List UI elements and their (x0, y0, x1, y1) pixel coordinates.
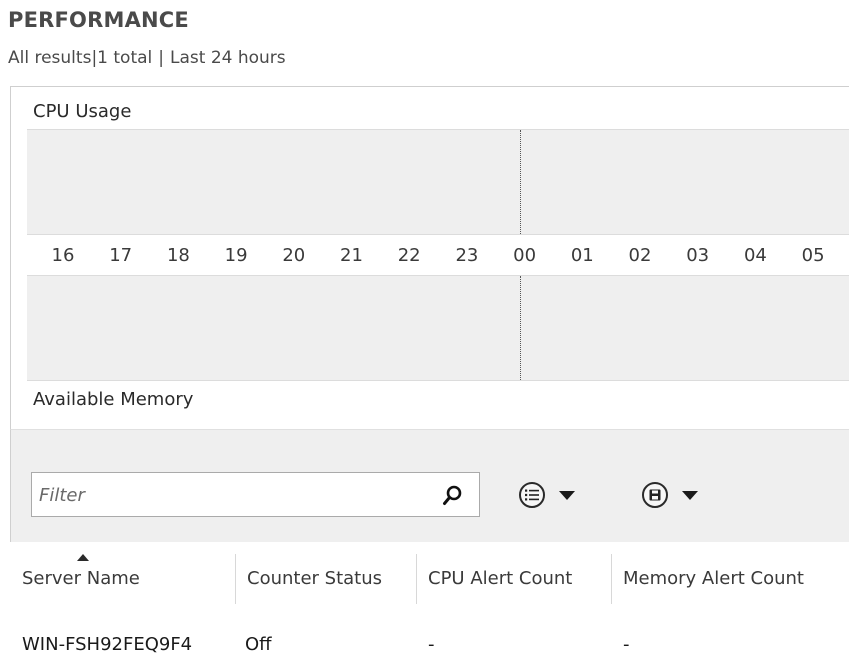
cell-server-name: WIN-FSH92FEQ9F4 (22, 634, 193, 655)
time-axis-tick: 04 (743, 245, 767, 266)
time-axis-tick: 22 (397, 245, 421, 266)
time-axis-tick: 17 (109, 245, 133, 266)
save-options-button[interactable] (642, 480, 698, 510)
column-divider[interactable] (235, 554, 236, 604)
current-time-marker (520, 276, 521, 380)
column-divider[interactable] (611, 554, 612, 604)
time-axis: 16 17 18 19 20 21 22 23 00 01 02 03 04 05 (27, 245, 849, 271)
filter-box (31, 472, 480, 518)
column-header-cpu-alert-count[interactable]: CPU Alert Count (428, 568, 572, 589)
time-axis-tick: 19 (224, 245, 248, 266)
page-title: PERFORMANCE (8, 8, 189, 32)
current-time-marker (520, 130, 521, 234)
results-summary: All results|1 total | Last 24 hours (8, 48, 286, 68)
chevron-down-icon (682, 490, 698, 500)
cell-memory-alert-count: - (623, 634, 630, 655)
search-icon[interactable] (441, 483, 465, 507)
memory-chart-label: Available Memory (33, 389, 194, 410)
chevron-down-icon (559, 490, 575, 500)
column-divider[interactable] (416, 554, 417, 604)
save-icon (642, 482, 668, 508)
cpu-chart-label: CPU Usage (33, 101, 132, 122)
column-header-counter-status[interactable]: Counter Status (247, 568, 382, 589)
sort-ascending-icon (77, 554, 89, 561)
results-count: 1 total (97, 48, 153, 68)
cell-cpu-alert-count: - (428, 634, 435, 655)
column-header-server-name[interactable]: Server Name (22, 568, 140, 589)
summary-separator: | (158, 48, 164, 68)
time-axis-tick: 01 (570, 245, 594, 266)
time-axis-tick: 16 (51, 245, 75, 266)
table-header: Server Name Counter Status CPU Alert Cou… (10, 554, 849, 604)
filter-toolbar (10, 429, 849, 542)
list-options-icon (519, 482, 545, 508)
table-row[interactable]: WIN-FSH92FEQ9F4 Off - - (10, 634, 849, 664)
filter-input[interactable] (32, 473, 441, 518)
time-axis-tick: 03 (686, 245, 710, 266)
time-axis-tick: 18 (166, 245, 190, 266)
time-axis-tick: 21 (340, 245, 363, 266)
performance-charts: CPU Usage 16 17 18 19 20 21 22 23 00 01 02 03 04 05 A… (10, 86, 849, 429)
time-axis-tick: 05 (801, 245, 825, 266)
available-memory-chart[interactable] (27, 275, 849, 381)
list-options-button[interactable] (519, 480, 575, 510)
results-period[interactable]: Last 24 hours (170, 48, 286, 68)
time-axis-tick: 20 (282, 245, 306, 266)
column-header-memory-alert-count[interactable]: Memory Alert Count (623, 568, 804, 589)
results-scope[interactable]: All results (8, 48, 91, 68)
cpu-usage-chart[interactable] (27, 129, 849, 235)
time-axis-tick: 00 (513, 245, 537, 266)
cell-counter-status: Off (245, 634, 272, 655)
time-axis-tick: 23 (455, 245, 479, 266)
time-axis-tick: 02 (628, 245, 652, 266)
